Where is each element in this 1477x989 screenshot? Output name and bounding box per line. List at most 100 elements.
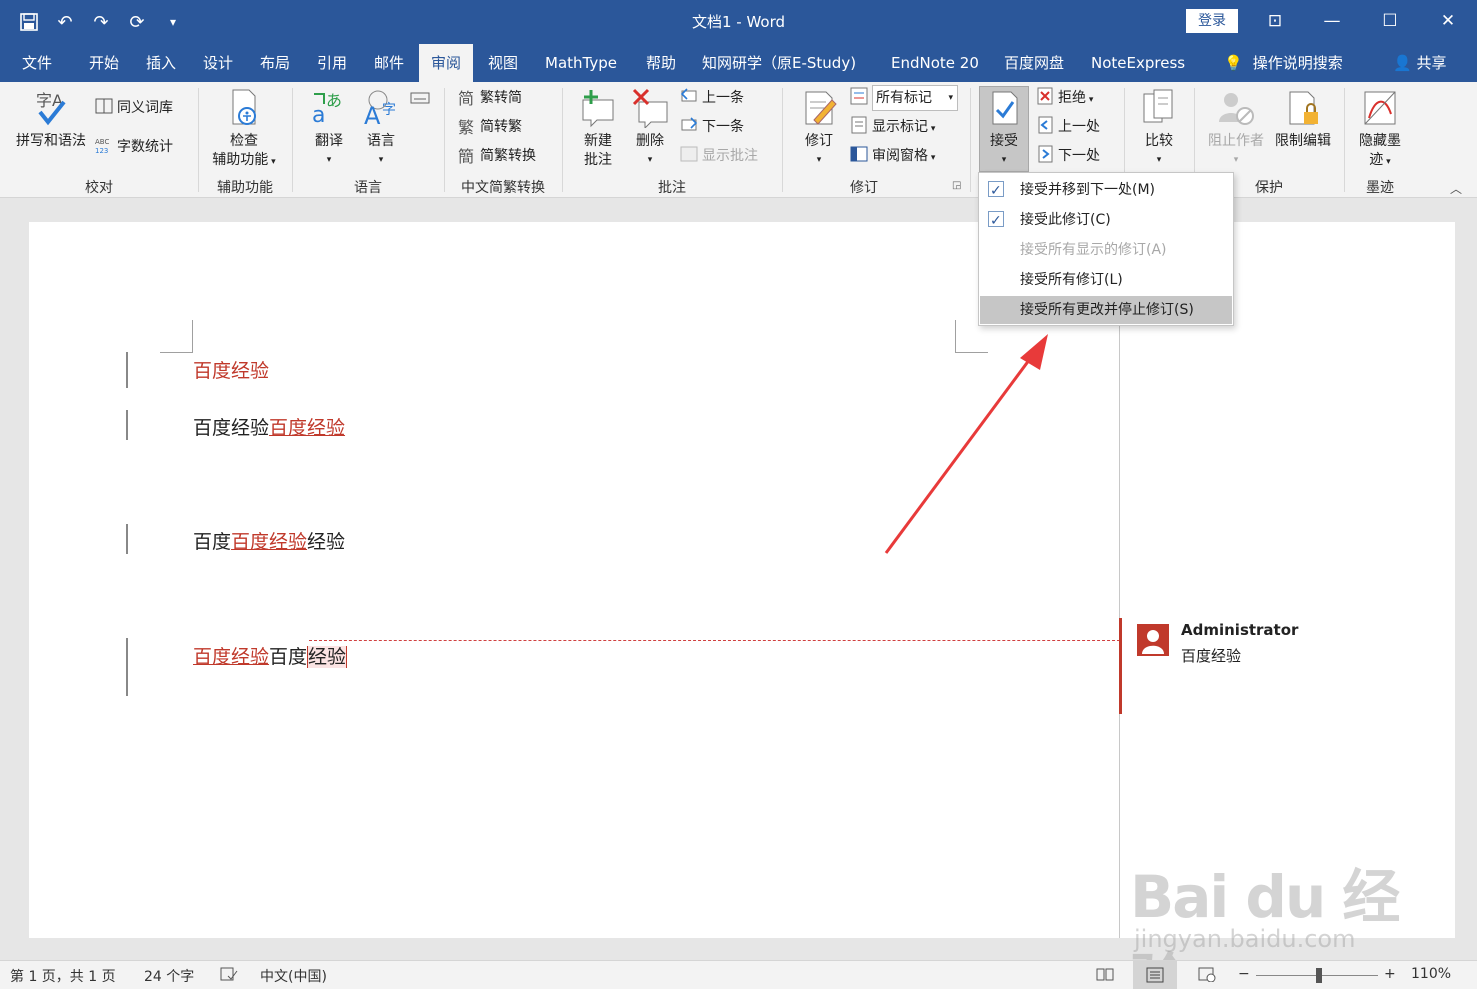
- paragraph-4[interactable]: 百度经验百度经验: [193, 642, 348, 669]
- annotation-arrow: [884, 334, 1048, 554]
- tab-cnki[interactable]: 知网研学（原E-Study): [690, 44, 868, 82]
- show-comments-icon: [680, 145, 698, 163]
- to-traditional-label: 简转繁: [480, 119, 522, 135]
- inserted-text: 百度经验: [269, 417, 346, 439]
- keyboard-icon: [410, 89, 430, 107]
- new-comment-button[interactable]: 新建 批注: [572, 88, 624, 170]
- zoom-slider-handle[interactable]: [1316, 968, 1322, 983]
- hide-ink-button[interactable]: 隐藏墨 迹 ▾: [1352, 88, 1408, 172]
- paragraph-1[interactable]: 百度经验: [193, 356, 269, 383]
- language-icon: A字: [362, 88, 400, 130]
- normal-text: 百度: [269, 646, 308, 668]
- check-accessibility-button[interactable]: 检查 辅助功能 ▾: [204, 88, 284, 172]
- tab-design[interactable]: 设计: [191, 44, 245, 82]
- inserted-text: 百度经验: [231, 531, 308, 553]
- login-button[interactable]: 登录: [1186, 9, 1238, 33]
- page-count[interactable]: 第 1 页，共 1 页: [10, 966, 116, 986]
- web-layout-icon[interactable]: [1198, 966, 1216, 986]
- accept-document-icon: [985, 88, 1023, 128]
- word-count-button[interactable]: ABC 123 字数统计: [95, 135, 173, 159]
- comment-text[interactable]: 百度经验: [1181, 645, 1241, 666]
- language-status[interactable]: 中文(中国): [260, 966, 327, 986]
- maximize-icon[interactable]: ☐: [1370, 6, 1410, 36]
- show-comments-button[interactable]: 显示批注: [680, 144, 758, 168]
- zoom-out-button[interactable]: −: [1238, 966, 1250, 982]
- paragraph-2[interactable]: 百度经验百度经验: [193, 413, 345, 440]
- menu-item-label: 接受所有修订(L): [1020, 272, 1123, 288]
- tab-baidu-netdisk[interactable]: 百度网盘: [992, 44, 1076, 82]
- track-changes-button[interactable]: 修订 ▾: [796, 88, 842, 170]
- tab-review[interactable]: 审阅: [419, 44, 474, 82]
- ribbon: 字A 拼写和语法 同义词库 ABC 123 字数统计 校对 检查 辅助功能 ▾ 辅助…: [0, 82, 1477, 198]
- read-mode-icon[interactable]: [1096, 966, 1114, 986]
- tracking-dialog-launcher-icon[interactable]: ◲: [952, 180, 961, 191]
- change-bar: [126, 352, 128, 388]
- tab-help[interactable]: 帮助: [634, 44, 688, 82]
- translate-button[interactable]: aあ 翻译 ▾: [302, 88, 356, 170]
- tell-me-search[interactable]: 💡 操作说明搜索: [1212, 44, 1355, 82]
- tab-references[interactable]: 引用: [305, 44, 359, 82]
- accept-button[interactable]: 接受 ▾: [980, 88, 1028, 170]
- title-bar: ↶ ↷ ⟳ ▾ 文档1 - Word 登录 ⊡ — ☐ ✕: [0, 0, 1477, 44]
- language-options-icon[interactable]: [410, 88, 432, 112]
- translate-label: 翻译: [315, 133, 343, 149]
- block-authors-button[interactable]: 阻止作者 ▾: [1204, 88, 1268, 170]
- reject-button[interactable]: 拒绝 ▾: [1036, 86, 1093, 110]
- to-traditional-button[interactable]: 繁简转繁: [458, 115, 522, 139]
- tab-file[interactable]: 文件: [10, 44, 64, 82]
- tab-endnote[interactable]: EndNote 20: [879, 44, 991, 82]
- chevron-down-icon: ▾: [928, 124, 936, 134]
- convert-button[interactable]: 簡简繁转换: [458, 144, 536, 168]
- markup-icon: [850, 87, 868, 105]
- collapse-ribbon-icon[interactable]: ︿: [1450, 180, 1462, 197]
- comment-avatar: [1137, 624, 1169, 656]
- convert-label: 简繁转换: [480, 148, 536, 164]
- language-button[interactable]: A字 语言 ▾: [358, 88, 404, 170]
- compare-button[interactable]: 比较 ▾: [1134, 88, 1184, 170]
- reviewing-pane-button[interactable]: 审阅窗格 ▾: [850, 144, 935, 168]
- word-count[interactable]: 24 个字: [144, 966, 194, 986]
- show-markup-button[interactable]: 显示标记 ▾: [850, 115, 935, 139]
- menu-item-accept-move-next[interactable]: 接受并移到下一处(M): [980, 176, 1232, 205]
- next-change-button[interactable]: 下一处: [1036, 144, 1100, 168]
- tab-mathtype[interactable]: MathType: [533, 44, 629, 82]
- print-layout-button[interactable]: [1133, 961, 1177, 989]
- tab-view[interactable]: 视图: [476, 44, 530, 82]
- ribbon-display-icon[interactable]: ⊡: [1255, 6, 1295, 36]
- change-bar: [126, 638, 128, 696]
- paragraph-3[interactable]: 百度百度经验经验: [193, 527, 345, 554]
- tab-layout[interactable]: 布局: [248, 44, 302, 82]
- spelling-grammar-button[interactable]: 字A 拼写和语法: [10, 88, 92, 151]
- tab-noteexpress[interactable]: NoteExpress: [1079, 44, 1197, 82]
- chevron-down-icon: ▾: [1233, 155, 1239, 165]
- thesaurus-button[interactable]: 同义词库: [95, 96, 173, 120]
- zoom-level[interactable]: 110%: [1411, 966, 1451, 982]
- menu-item-accept-all-shown[interactable]: 接受所有显示的修订(A): [980, 236, 1232, 264]
- share-button[interactable]: 👤 共享: [1393, 44, 1446, 82]
- previous-comment-button[interactable]: 上一条: [680, 86, 744, 110]
- menu-item-label: 接受所有更改并停止修订(S): [1020, 302, 1194, 318]
- to-simplified-button[interactable]: 简繁转简: [458, 86, 522, 110]
- menu-item-label: 接受此修订(C): [1020, 212, 1111, 228]
- close-icon[interactable]: ✕: [1428, 6, 1468, 36]
- menu-item-accept-all[interactable]: 接受所有修订(L): [980, 266, 1232, 294]
- previous-change-button[interactable]: 上一处: [1036, 115, 1100, 139]
- tab-home[interactable]: 开始: [77, 44, 131, 82]
- menu-item-accept-all-stop-tracking[interactable]: 接受所有更改并停止修订(S): [980, 296, 1232, 324]
- new-comment-label-2: 批注: [584, 152, 612, 168]
- delete-comment-button[interactable]: 删除 ▾: [626, 88, 674, 170]
- tab-insert[interactable]: 插入: [134, 44, 188, 82]
- tab-mailings[interactable]: 邮件: [362, 44, 416, 82]
- restrict-editing-button[interactable]: 限制编辑: [1270, 88, 1336, 151]
- check-access-label-2: 辅助功能: [212, 152, 269, 168]
- svg-text:a: a: [312, 103, 325, 128]
- proofing-status-icon[interactable]: [220, 966, 238, 986]
- menu-item-accept-this[interactable]: 接受此修订(C): [980, 206, 1232, 235]
- change-bar: [126, 410, 128, 440]
- language-label: 语言: [367, 133, 395, 149]
- next-comment-button[interactable]: 下一条: [680, 115, 744, 139]
- zoom-in-button[interactable]: +: [1384, 966, 1396, 982]
- word-count-label: 字数统计: [117, 139, 173, 155]
- markup-select[interactable]: 所有标记 ▾: [872, 85, 958, 111]
- minimize-icon[interactable]: —: [1312, 6, 1352, 36]
